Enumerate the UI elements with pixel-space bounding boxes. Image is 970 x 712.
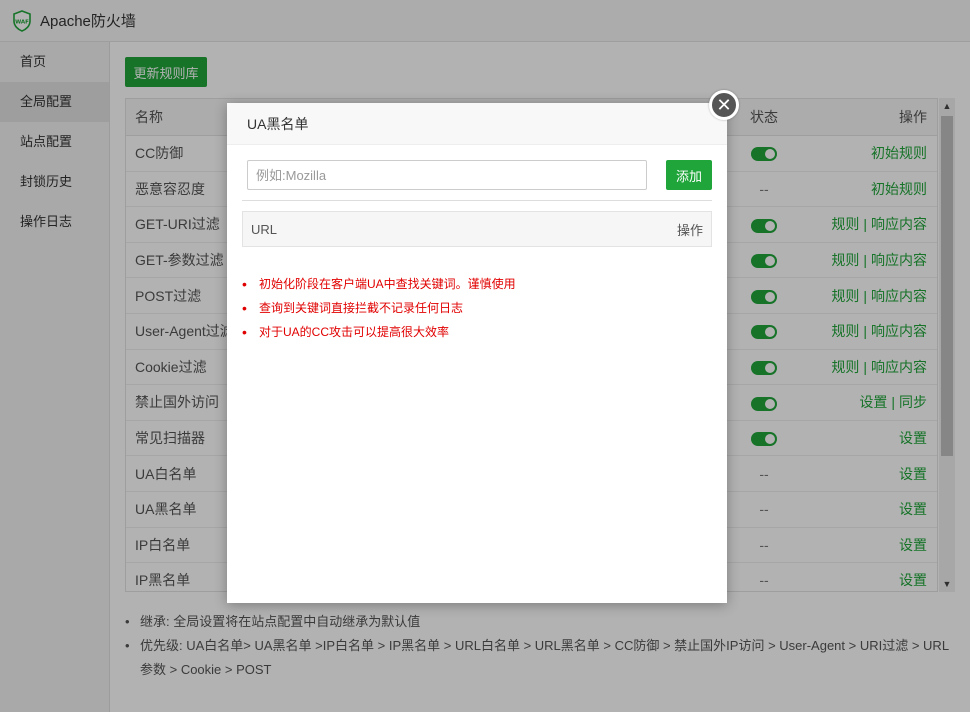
ops-column-header: 操作 <box>676 222 703 238</box>
tip-item: 初始化阶段在客户端UA中查找关键词。谨慎使用 <box>242 272 712 296</box>
dialog-divider <box>242 200 712 201</box>
ua-blacklist-dialog: UA黑名单 ✕ 添加 URL 操作 初始化阶段在客户端UA中查找关键词。谨慎使用… <box>227 90 739 603</box>
url-table-header: URL 操作 <box>242 211 712 247</box>
tip-item: 查询到关键词直接拦截不记录任何日志 <box>242 296 712 320</box>
dialog-tips: 初始化阶段在客户端UA中查找关键词。谨慎使用 查询到关键词直接拦截不记录任何日志… <box>242 272 712 344</box>
add-button[interactable]: 添加 <box>666 160 712 190</box>
ua-keyword-input[interactable] <box>247 160 647 190</box>
close-icon[interactable]: ✕ <box>709 90 739 120</box>
dialog-title: UA黑名单 <box>227 103 727 145</box>
tip-item: 对于UA的CC攻击可以提高很大效率 <box>242 320 712 344</box>
url-column-header: URL <box>251 221 278 237</box>
